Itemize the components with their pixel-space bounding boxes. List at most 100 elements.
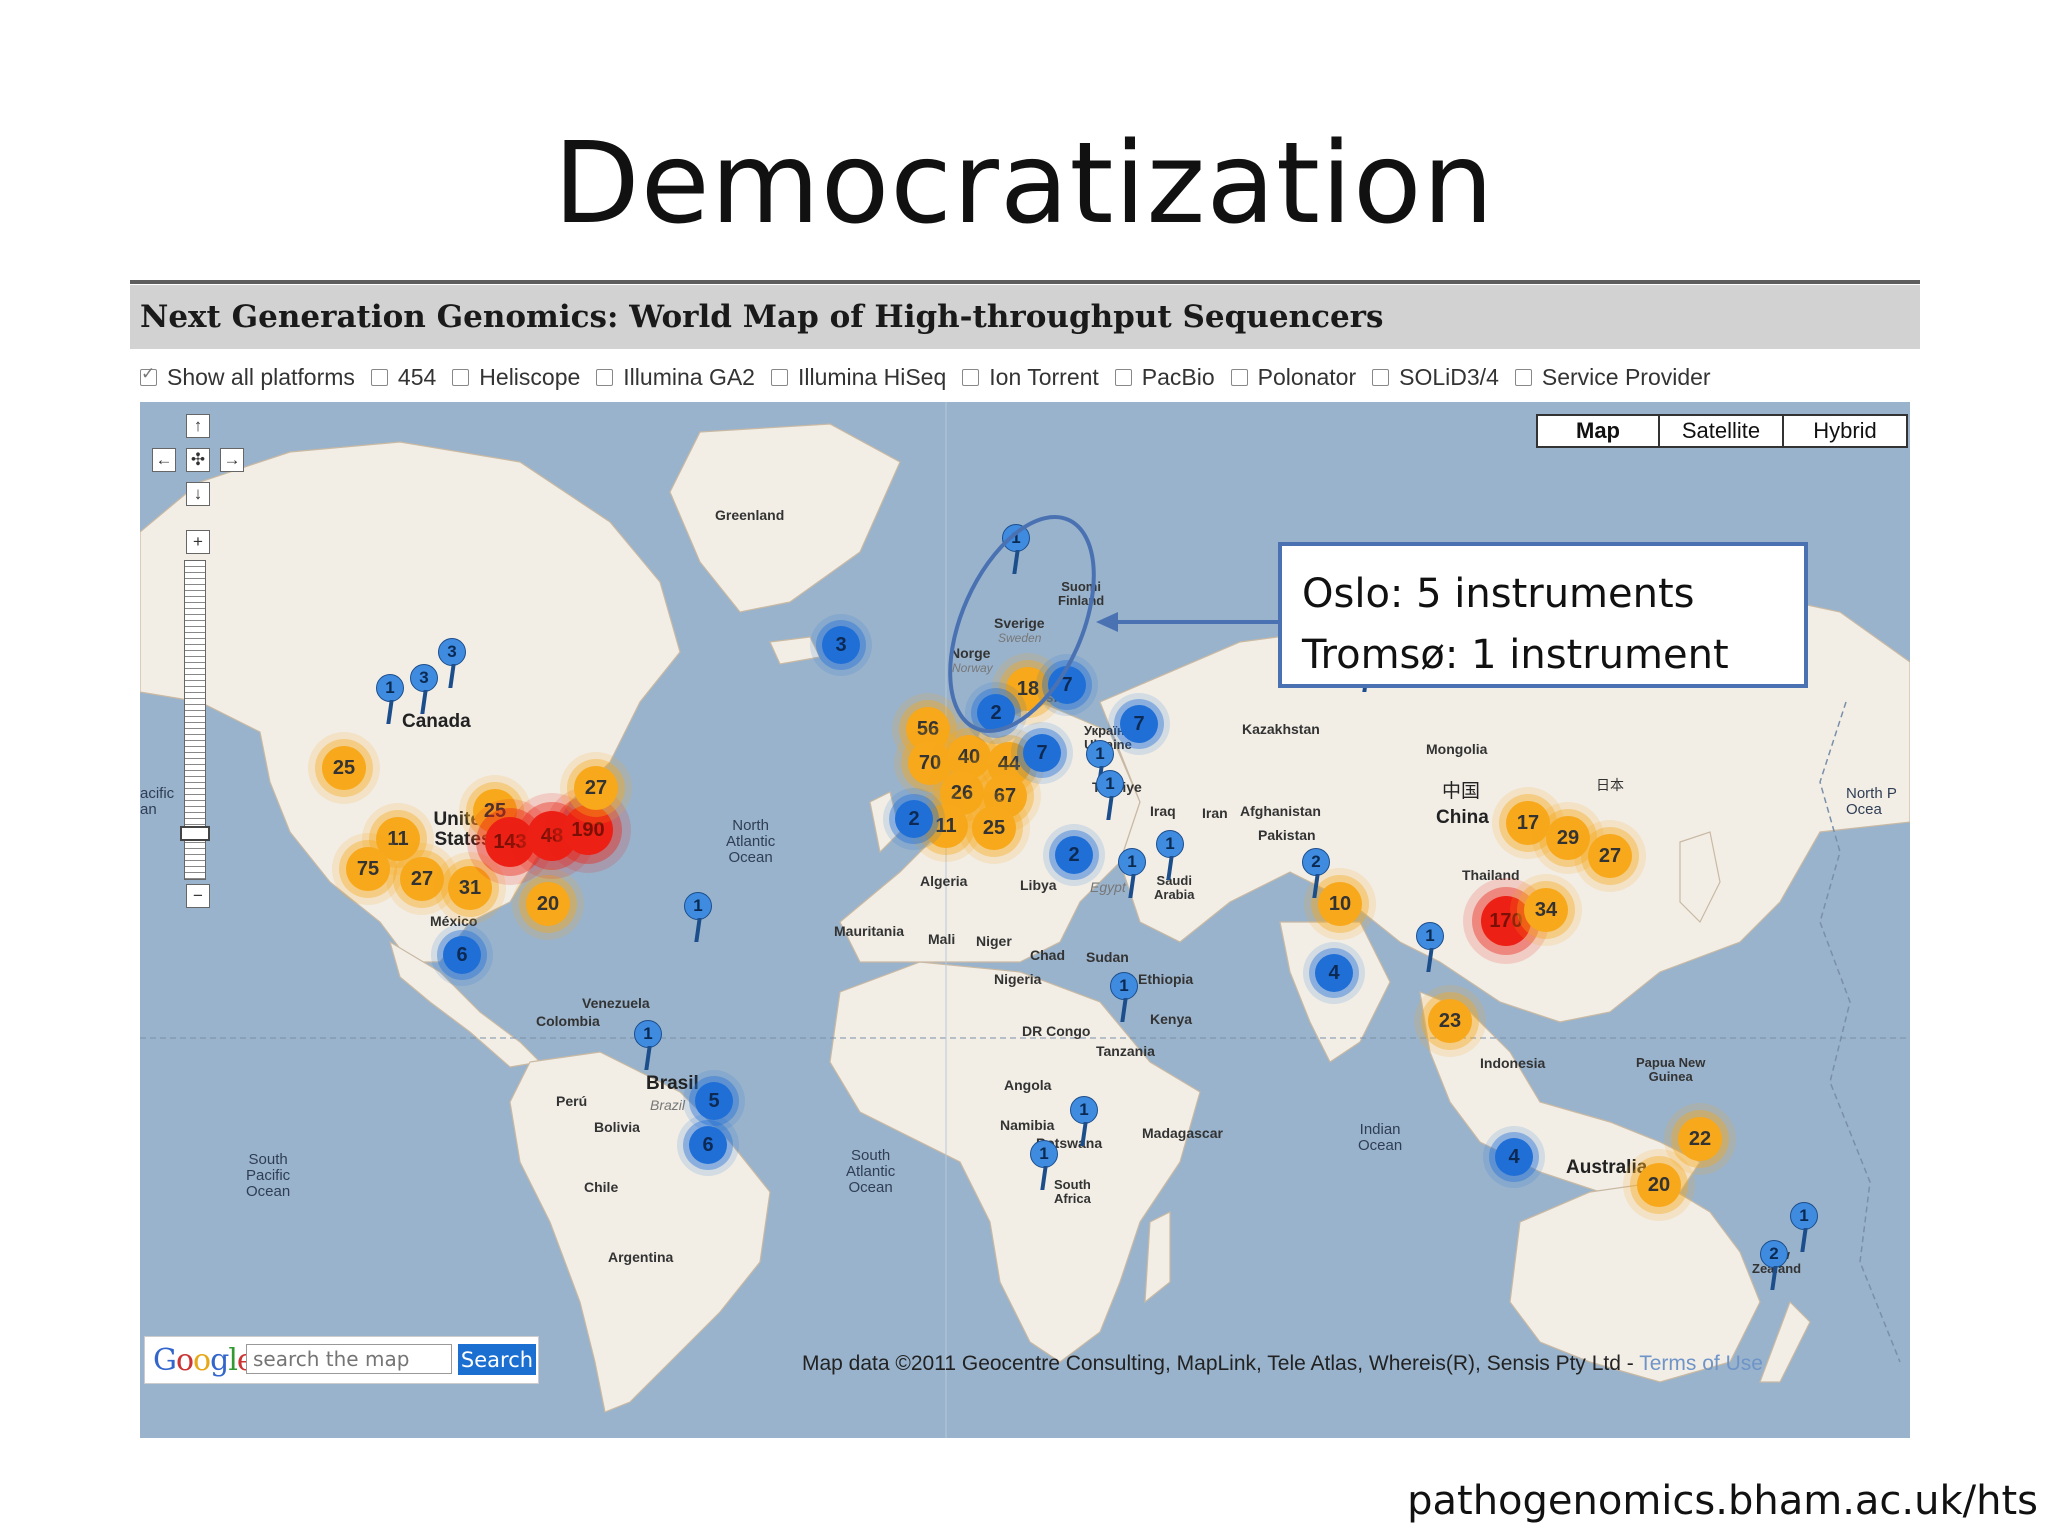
location-pin[interactable]: 1 [1117, 848, 1147, 900]
location-pin[interactable]: 1 [375, 674, 405, 726]
pan-left-button[interactable]: ← [152, 448, 176, 472]
cluster-marker[interactable]: 27 [574, 766, 618, 810]
checkbox-heliscope[interactable] [452, 368, 470, 386]
zoom-out-button[interactable]: − [186, 884, 210, 908]
checkbox-polonator[interactable] [1230, 368, 1248, 386]
checkbox-solid[interactable] [1372, 368, 1390, 386]
cluster-marker[interactable]: 20 [526, 882, 570, 926]
pin-count: 1 [1002, 524, 1030, 552]
cluster-marker[interactable]: 7 [1023, 734, 1061, 772]
checkbox-pacbio[interactable] [1114, 368, 1132, 386]
cluster-marker[interactable]: 17 [1506, 801, 1550, 845]
cluster-marker[interactable]: 27 [400, 857, 444, 901]
location-pin[interactable]: 1 [1001, 524, 1031, 576]
location-pin[interactable]: 1 [1789, 1202, 1819, 1254]
filter-illumina-hiseq[interactable]: Illumina HiSeq [770, 364, 946, 391]
cluster-marker[interactable]: 4 [1495, 1138, 1533, 1176]
map-label: Niger [976, 933, 1012, 949]
location-pin[interactable]: 1 [1415, 922, 1445, 974]
checkbox-show-all[interactable] [140, 364, 157, 386]
cluster-marker[interactable]: 7 [1120, 705, 1158, 743]
cluster-marker[interactable]: 2 [1055, 836, 1093, 874]
filter-illumina-ga2[interactable]: Illumina GA2 [596, 364, 755, 391]
pan-right-button[interactable]: → [220, 448, 244, 472]
cluster-marker[interactable]: 25 [322, 746, 366, 790]
cluster-marker[interactable]: 190 [563, 805, 613, 855]
cluster-marker[interactable]: 2 [895, 800, 933, 838]
location-pin[interactable]: 3 [437, 638, 467, 690]
checkbox-454[interactable] [370, 368, 388, 386]
cluster-marker[interactable]: 3 [822, 626, 860, 664]
pin-stem [644, 1046, 652, 1070]
map-search-button[interactable]: Search [458, 1344, 536, 1375]
iceland-landmass [769, 636, 821, 665]
cluster-marker[interactable]: 2 [977, 694, 1015, 732]
location-pin[interactable]: 1 [1155, 830, 1185, 882]
zoom-in-button[interactable]: + [186, 530, 210, 554]
pin-stem [1166, 856, 1174, 880]
cluster-marker[interactable]: 7 [1048, 666, 1086, 704]
location-pin[interactable]: 1 [633, 1020, 663, 1072]
map-label: acific an [140, 785, 175, 818]
center-map-button[interactable]: ✣ [186, 448, 210, 472]
cluster-marker[interactable]: 22 [1678, 1117, 1722, 1161]
location-pin[interactable]: 1 [1109, 972, 1139, 1024]
filter-heliscope[interactable]: Heliscope [452, 364, 580, 391]
terms-of-use-link[interactable]: Terms of Use [1639, 1352, 1763, 1375]
filter-label: Ion Torrent [989, 363, 1099, 390]
checkbox-illumina-hiseq[interactable] [770, 368, 788, 386]
zoom-slider-thumb[interactable] [180, 826, 210, 841]
location-pin[interactable]: 3 [409, 664, 439, 716]
map-label: Angola [1004, 1077, 1052, 1093]
pin-count: 1 [1086, 740, 1114, 768]
location-pin[interactable]: 1 [1069, 1096, 1099, 1148]
pin-count: 1 [1110, 972, 1138, 1000]
map-label: Chad [1030, 947, 1065, 963]
cluster-marker[interactable]: 27 [1588, 834, 1632, 878]
cluster-marker[interactable]: 31 [448, 866, 492, 910]
map-label: Thailand [1462, 867, 1520, 883]
map-search-input[interactable] [246, 1344, 452, 1374]
filter-show-all[interactable]: Show all platforms [140, 364, 355, 391]
checkbox-service-provider[interactable] [1514, 368, 1532, 386]
cluster-marker[interactable]: 5 [695, 1082, 733, 1120]
filter-service-provider[interactable]: Service Provider [1514, 363, 1711, 391]
cluster-marker[interactable]: 34 [1524, 888, 1568, 932]
location-pin[interactable]: 1 [683, 892, 713, 944]
cluster-marker[interactable]: 6 [443, 936, 481, 974]
cluster-marker[interactable]: 6 [689, 1126, 727, 1164]
map-label: Indonesia [1480, 1055, 1546, 1071]
filter-polonator[interactable]: Polonator [1230, 364, 1356, 391]
cluster-marker[interactable]: 29 [1546, 816, 1590, 860]
pan-down-button[interactable]: ↓ [186, 482, 210, 506]
pin-count: 1 [376, 674, 404, 702]
location-pin[interactable]: 2 [1759, 1240, 1789, 1292]
map-label: Mali [928, 931, 956, 947]
cluster-marker[interactable]: 75 [346, 847, 390, 891]
location-pin[interactable]: 2 [1301, 848, 1331, 900]
filter-label: 454 [397, 363, 437, 390]
filter-label: PacBio [1141, 363, 1215, 390]
cluster-marker[interactable]: 170 [1481, 896, 1531, 946]
map-type-hybrid-button[interactable]: Hybrid [1782, 414, 1908, 448]
cluster-marker[interactable]: 4 [1315, 954, 1353, 992]
filter-pacbio[interactable]: PacBio [1114, 363, 1215, 391]
map-label: Namibia [1000, 1117, 1055, 1133]
location-pin[interactable]: 1 [1095, 770, 1125, 822]
filter-label: Service Provider [1541, 363, 1711, 390]
cluster-marker[interactable]: 20 [1637, 1163, 1681, 1207]
map-type-satellite-button[interactable]: Satellite [1658, 414, 1784, 448]
filter-solid[interactable]: SOLiD3/4 [1372, 364, 1499, 391]
pin-count: 1 [1156, 830, 1184, 858]
location-pin[interactable]: 1 [1029, 1140, 1059, 1192]
cluster-marker[interactable]: 25 [972, 806, 1016, 850]
filter-label: Heliscope [479, 363, 581, 390]
checkbox-ion-torrent[interactable] [962, 368, 980, 386]
filter-454[interactable]: 454 [370, 363, 437, 391]
map-type-map-button[interactable]: Map [1536, 414, 1660, 448]
cluster-marker[interactable]: 23 [1428, 999, 1472, 1043]
pan-up-button[interactable]: ↑ [186, 414, 210, 438]
filter-ion-torrent[interactable]: Ion Torrent [962, 364, 1099, 391]
checkbox-illumina-ga2[interactable] [596, 368, 614, 386]
attribution-text: Map data ©2011 Geocentre Consulting, Map… [802, 1352, 1640, 1375]
